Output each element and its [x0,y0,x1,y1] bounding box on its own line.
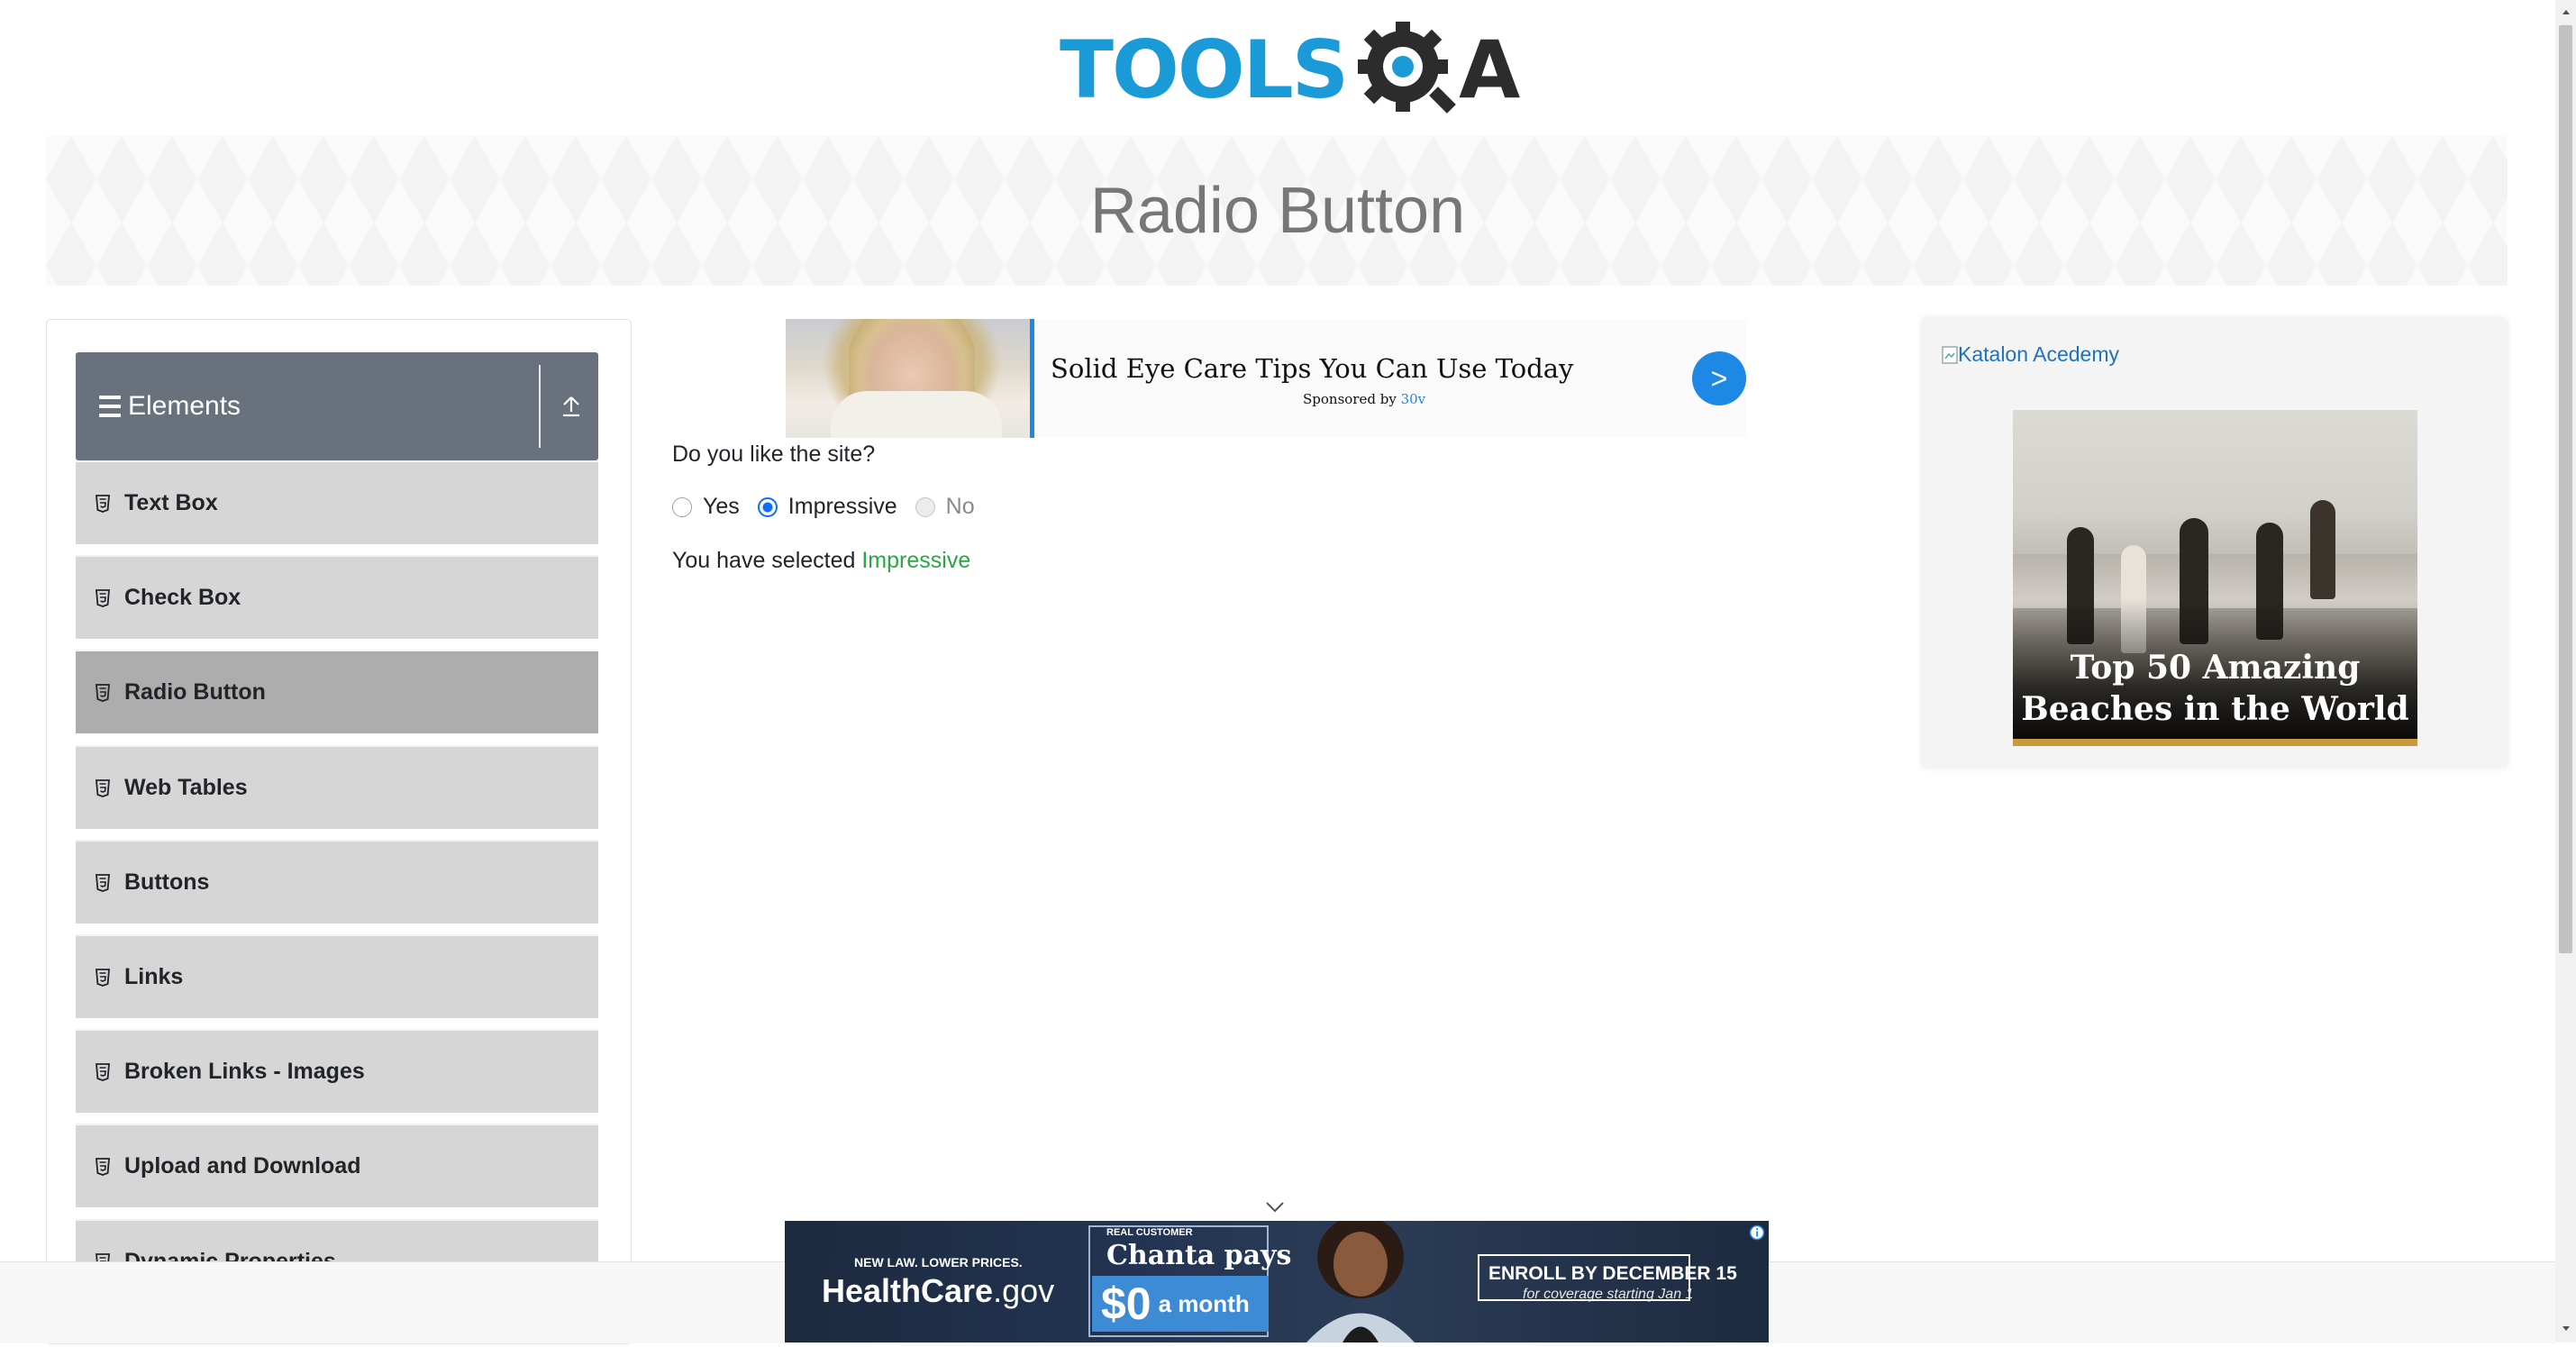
result-prefix: You have selected [672,548,856,573]
ad-sponsor-prefix: Sponsored by [1303,391,1397,407]
hc-tagline: NEW LAW. LOWER PRICES. [854,1255,1023,1270]
hc-brand: HealthCare.gov [822,1272,1054,1310]
sidebar-item-check-box[interactable]: Check Box [76,555,598,639]
radio-no [915,496,935,517]
customer-name: Chanta pays [1106,1240,1292,1271]
result-value: Impressive [861,548,971,573]
katalon-image-link[interactable]: Katalon Acedemy [1942,342,2119,367]
sidebar-item-upload-and-download[interactable]: Upload and Download [76,1124,598,1207]
radio-yes[interactable] [672,496,692,517]
sidebar-item-label: Buttons [124,869,210,895]
sidebar-group-elements[interactable]: Elements [76,352,598,460]
customer-photo [1270,1215,1451,1342]
radio-impressive[interactable] [757,496,778,517]
sidebar-item-web-tables[interactable]: Web Tables [76,745,598,829]
html5-icon [94,778,112,798]
html5-icon [94,494,112,514]
broken-image-icon [1942,345,1958,364]
enroll-text: ENROLL BY DECEMBER 15 [1488,1263,1737,1284]
price-value: $0 [1101,1279,1151,1329]
enroll-subtext: for coverage starting Jan 1 [1523,1287,1694,1302]
sidebar-item-label: Radio Button [124,679,266,705]
sidebar-item-buttons[interactable]: Buttons [76,840,598,924]
toolsqa-logo[interactable]: TOOLS A [1060,20,1520,121]
ad-headline[interactable]: Solid Eye Care Tips You Can Use Today [1051,353,1573,384]
sidebar-group-title: Elements [128,391,241,421]
html5-icon [94,683,112,703]
chevron-down-icon[interactable] [1261,1198,1288,1216]
html5-icon [94,1062,112,1082]
menu-icon [99,396,121,417]
radio-group: Yes Impressive No [672,494,993,520]
ad-sponsor: Sponsored by 30v [1303,391,1425,407]
collapse-arrow-icon[interactable] [553,385,589,428]
sidebar-item-label: Web Tables [124,775,248,800]
logo-qa-text: A [1352,20,1520,121]
price-badge: $0 a month [1092,1276,1269,1332]
ad-sponsor-link[interactable]: 30v [1401,391,1426,407]
ad-info-icon[interactable] [1748,1224,1766,1242]
scroll-up-arrow-icon[interactable] [2559,5,2572,18]
sidebar-item-label: Check Box [124,585,241,610]
sidebar-item-radio-button[interactable]: Radio Button [76,650,598,733]
html5-icon [94,968,112,987]
sidebar-item-label: Links [124,964,184,989]
logo-a-letter: A [1459,23,1520,116]
logo-tools-text: TOOLS [1060,23,1349,116]
hc-brand-main: HealthCare [822,1272,994,1309]
html5-icon [94,873,112,893]
beach-ad-caption[interactable]: Top 50 Amazing Beaches in the World [2013,647,2417,730]
sidebar-item-label: Upload and Download [124,1153,361,1179]
sidebar-item-label: Text Box [124,490,218,515]
price-unit: a month [1158,1290,1250,1317]
radio-yes-label[interactable]: Yes [703,494,740,520]
ad-woman-image[interactable] [786,319,1034,438]
gear-magnifier-icon [1358,22,1456,114]
sidebar-item-links[interactable]: Links [76,934,598,1018]
ad-go-button[interactable]: > [1692,351,1746,405]
sidebar-item-label: Broken Links - Images [124,1059,365,1084]
header-divider [539,365,541,448]
html5-icon [94,1157,112,1177]
sidebar-item-broken-links-images[interactable]: Broken Links - Images [76,1029,598,1113]
radio-no-label: No [945,494,975,519]
customer-tag: REAL CUSTOMER [1106,1227,1193,1238]
katalon-alt-text[interactable]: Katalon Acedemy [1958,342,2119,367]
selection-result: You have selected Impressive [672,548,970,574]
page-title: Radio Button [1089,175,1466,247]
sidebar-item-text-box[interactable]: Text Box [76,460,598,544]
question-text: Do you like the site? [672,441,876,467]
radio-impressive-label[interactable]: Impressive [788,494,897,520]
scrollbar-thumb[interactable] [2559,25,2572,953]
html5-icon [94,588,112,608]
scroll-down-arrow-icon[interactable] [2559,1323,2572,1335]
hc-brand-suffix: .gov [993,1272,1055,1309]
